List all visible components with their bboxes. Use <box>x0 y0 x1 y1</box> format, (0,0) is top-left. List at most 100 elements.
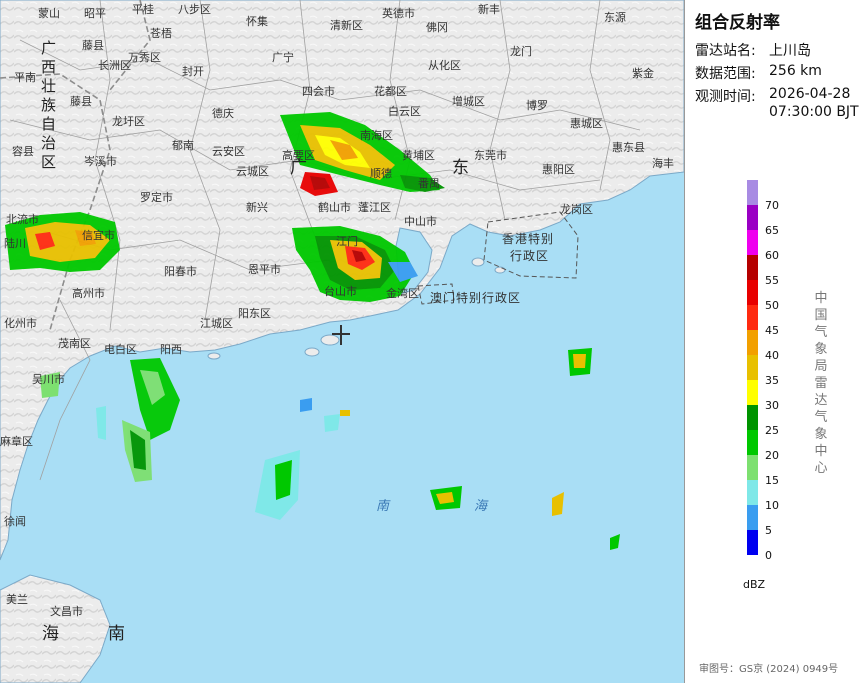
legend-swatch <box>747 305 758 330</box>
place-label: 阳春市 <box>164 265 197 278</box>
legend-swatch <box>747 255 758 280</box>
info-row-time: 观测时间: 2026-04-28 <box>695 86 850 106</box>
place-label: 长洲区 <box>98 59 131 72</box>
legend-swatch <box>747 480 758 505</box>
place-label: 苍梧 <box>150 27 172 40</box>
place-label: 阳东区 <box>238 307 271 320</box>
place-label: 怀集 <box>246 15 268 28</box>
legend-swatch <box>747 205 758 230</box>
info-label: 观测时间: <box>695 89 756 105</box>
radar-map[interactable]: 广西壮族自治区 广 东 海 南 南 海 香港特别 行政区 澳门特别行政区 蒙山 … <box>0 0 684 683</box>
legend-tick-label: 10 <box>765 499 779 512</box>
place-label: 八步区 <box>178 3 211 16</box>
place-label: 从化区 <box>428 59 461 72</box>
place-label: 顺德 <box>370 167 392 180</box>
place-label: 北流市 <box>6 213 39 226</box>
legend-unit: dBZ <box>743 578 766 591</box>
place-label: 增城区 <box>452 95 485 108</box>
place-label: 江门 <box>336 235 358 248</box>
place-label: 昭平 <box>84 7 106 20</box>
place-label: 新丰 <box>478 3 500 16</box>
place-label: 云安区 <box>212 145 245 158</box>
place-label: 藤县 <box>82 39 104 52</box>
legend-tick-label: 55 <box>765 274 779 287</box>
info-value: 256 km <box>769 63 822 79</box>
place-label: 高州市 <box>72 287 105 300</box>
sar-label-hongkong-1: 香港特别 <box>502 232 555 246</box>
info-value: 2026-04-28 <box>769 86 851 102</box>
info-row-station: 雷达站名: 上川岛 <box>695 40 811 60</box>
place-label: 广宁 <box>272 51 294 64</box>
region-label-guangxi: 广西壮族自治区 <box>39 40 57 173</box>
region-label-guangdong-1: 广 <box>290 158 309 178</box>
legend-tick-label: 50 <box>765 299 779 312</box>
info-row-range: 数据范围: 256 km <box>695 63 822 83</box>
legend-tick-label: 15 <box>765 474 779 487</box>
place-label: 海丰 <box>652 157 674 170</box>
place-label: 美兰 <box>6 593 28 606</box>
place-label: 藤县 <box>70 95 92 108</box>
legend-tick-label: 45 <box>765 324 779 337</box>
place-label: 陆川 <box>4 237 26 250</box>
place-label: 郁南 <box>172 139 194 152</box>
place-label: 吴川市 <box>32 373 65 386</box>
place-label: 罗定市 <box>140 191 173 204</box>
place-label: 德庆 <box>212 107 234 120</box>
legend-tick-label: 5 <box>765 524 772 537</box>
place-label: 四会市 <box>302 85 335 98</box>
place-label: 番禺 <box>418 177 440 190</box>
region-label-guangdong-2: 东 <box>452 158 471 178</box>
info-value-time: 07:30:00 BJT <box>769 104 859 120</box>
place-label: 龙门 <box>510 45 532 58</box>
place-label: 花都区 <box>374 85 407 98</box>
info-panel: 组合反射率 雷达站名: 上川岛 数据范围: 256 km 观测时间: 2026-… <box>684 0 860 683</box>
legend-tick-label: 0 <box>765 549 772 562</box>
place-label: 蒙山 <box>38 7 60 20</box>
sea-label-hai: 海 <box>474 499 494 514</box>
place-label: 平南 <box>14 71 36 84</box>
place-label: 徐闻 <box>4 515 26 528</box>
legend-swatch <box>747 355 758 380</box>
place-label: 南海区 <box>360 129 393 142</box>
place-label: 中山市 <box>404 215 437 228</box>
info-label: 雷达站名: <box>695 43 756 59</box>
legend-swatch <box>747 330 758 355</box>
place-label: 信宜市 <box>82 229 115 242</box>
legend-swatch <box>747 405 758 430</box>
place-label: 鹤山市 <box>318 201 351 214</box>
legend-swatch <box>747 430 758 455</box>
place-label: 高要区 <box>282 149 315 162</box>
place-label: 东源 <box>604 11 626 24</box>
place-label: 佛冈 <box>426 21 448 34</box>
sar-label-macau: 澳门特别行政区 <box>430 291 522 305</box>
legend-swatch <box>747 280 758 305</box>
info-label: 数据范围: <box>695 66 756 82</box>
place-label: 清新区 <box>330 19 363 32</box>
place-label: 惠城区 <box>570 117 603 130</box>
place-label: 江城区 <box>200 317 233 330</box>
place-label: 白云区 <box>388 105 421 118</box>
place-label: 阳西 <box>160 343 182 356</box>
place-label: 龙岗区 <box>560 203 593 216</box>
agency-name: 中国气象局雷达气象中心 <box>814 291 828 476</box>
legend-swatch <box>747 180 758 205</box>
legend-tick-label: 40 <box>765 349 779 362</box>
place-label: 新兴 <box>246 201 268 214</box>
legend-tick-label: 25 <box>765 424 779 437</box>
place-label: 化州市 <box>4 317 37 330</box>
place-label: 平桂 <box>132 3 154 16</box>
legend-tick-label: 60 <box>765 249 779 262</box>
map-canvas <box>0 0 684 683</box>
place-label: 东莞市 <box>474 149 507 162</box>
legend-swatch <box>747 455 758 480</box>
info-value: 上川岛 <box>769 43 811 59</box>
place-label: 电白区 <box>104 343 137 356</box>
legend-tick-label: 70 <box>765 199 779 212</box>
place-label: 金湾区 <box>386 287 419 300</box>
legend-tick-label: 65 <box>765 224 779 237</box>
place-label: 英德市 <box>382 7 415 20</box>
place-label: 紫金 <box>632 67 654 80</box>
place-label: 岑溪市 <box>84 155 117 168</box>
region-label-hainan-2: 南 <box>108 624 127 644</box>
place-label: 龙圩区 <box>112 115 145 128</box>
